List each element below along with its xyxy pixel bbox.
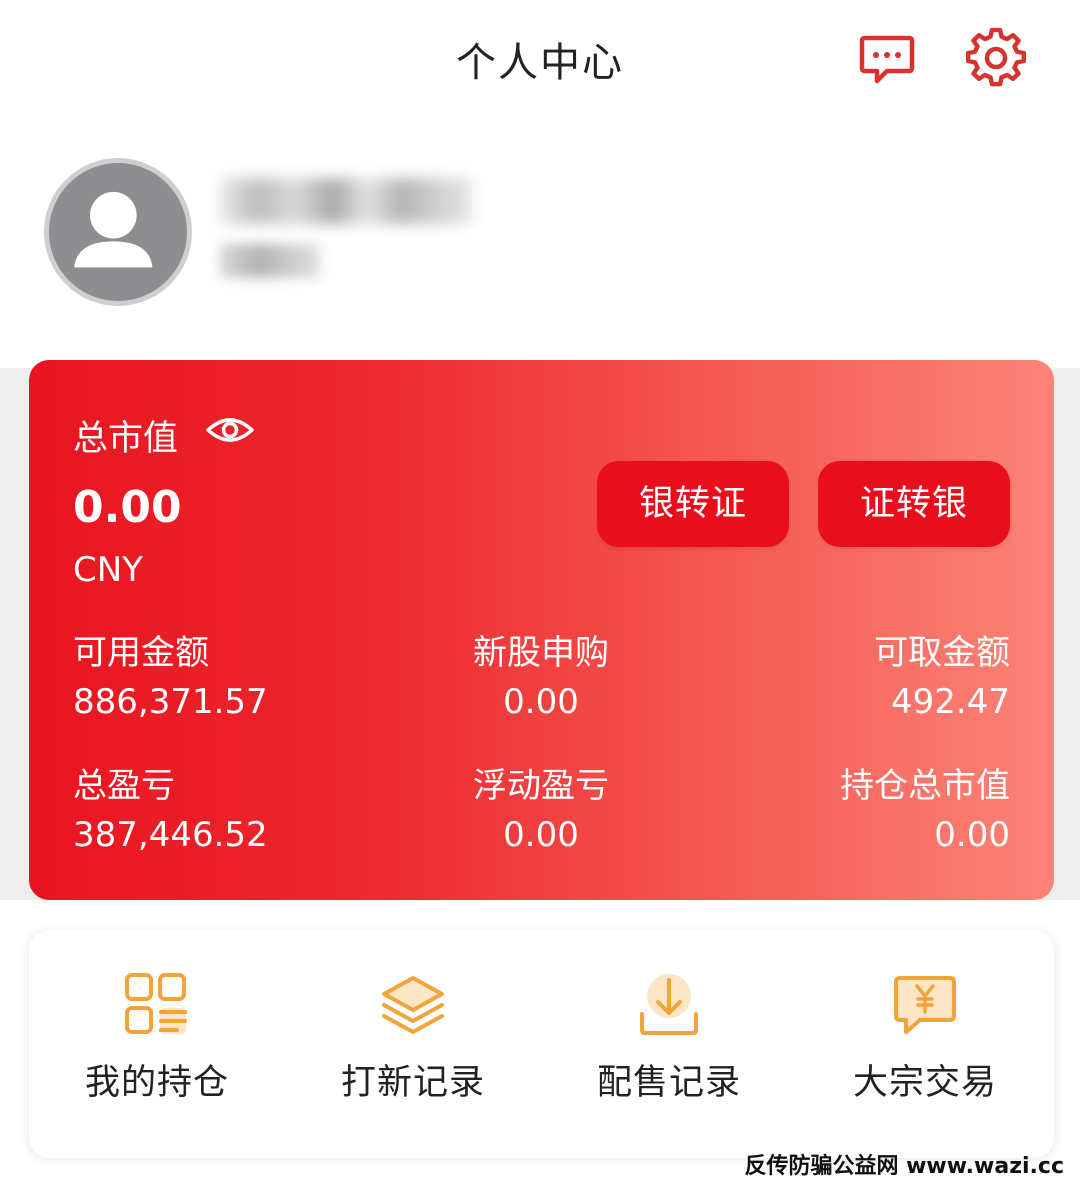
stat-holdings-market-value: 持仓总市值 0.00 — [670, 758, 1010, 855]
stat-label: 可取金额 — [874, 633, 1010, 673]
user-avatar-icon[interactable] — [44, 158, 192, 306]
asset-summary-card: 总市值 0.00 CNY 银转证 证转银 可用金额 886,371.57 新股申… — [29, 360, 1054, 900]
download-tray-icon — [634, 970, 704, 1040]
stat-value: 0.00 — [934, 815, 1010, 855]
menu-item-label: 我的持仓 — [84, 1063, 229, 1103]
blurred-account-id — [220, 244, 320, 278]
stat-withdrawable-funds: 可取金额 492.47 — [670, 625, 1010, 722]
stat-label: 总盈亏 — [73, 766, 175, 806]
stat-value: 0.00 — [503, 682, 579, 722]
stat-value: 886,371.57 — [73, 682, 268, 722]
stat-label: 浮动盈亏 — [473, 766, 609, 806]
menu-item-label: 大宗交易 — [852, 1063, 997, 1103]
yuan-chat-icon — [890, 970, 960, 1040]
stat-label: 可用金额 — [73, 633, 209, 673]
menu-item-label: 配售记录 — [596, 1063, 741, 1103]
menu-item-allotment-records[interactable]: 配售记录 — [541, 970, 797, 1130]
bank-to-securities-button[interactable]: 银转证 — [597, 461, 789, 547]
eye-icon[interactable] — [205, 410, 255, 450]
stat-label: 持仓总市值 — [840, 766, 1010, 806]
securities-to-bank-button[interactable]: 证转银 — [818, 461, 1010, 547]
header-bar: 个人中心 — [0, 0, 1080, 115]
message-icon[interactable] — [857, 28, 917, 88]
total-market-value-label: 总市值 — [73, 419, 179, 459]
menu-item-my-holdings[interactable]: 我的持仓 — [29, 970, 285, 1130]
layers-icon — [378, 970, 448, 1040]
page-title: 个人中心 — [456, 40, 624, 86]
stat-value: 0.00 — [503, 815, 579, 855]
stat-value: 492.47 — [891, 682, 1010, 722]
stat-available-funds: 可用金额 886,371.57 — [73, 625, 413, 722]
stat-value: 387,446.52 — [73, 815, 268, 855]
function-menu-card: 我的持仓 打新记录 配售记录 大宗交易 — [29, 930, 1054, 1158]
watermark-text: 反传防骗公益网 www.wazi.cc — [744, 1154, 1064, 1179]
menu-item-block-trade[interactable]: 大宗交易 — [797, 970, 1053, 1130]
blurred-username — [220, 178, 472, 224]
currency-label: CNY — [73, 550, 143, 590]
holdings-grid-icon — [122, 970, 192, 1040]
total-market-value: 0.00 — [73, 482, 182, 533]
stat-floating-profit-loss: 浮动盈亏 0.00 — [371, 758, 711, 855]
menu-item-label: 打新记录 — [340, 1063, 485, 1103]
gear-icon[interactable] — [966, 28, 1026, 88]
stat-total-profit-loss: 总盈亏 387,446.52 — [73, 758, 413, 855]
stat-ipo-subscription: 新股申购 0.00 — [371, 625, 711, 722]
menu-item-ipo-records[interactable]: 打新记录 — [285, 970, 541, 1130]
stat-label: 新股申购 — [473, 633, 609, 673]
